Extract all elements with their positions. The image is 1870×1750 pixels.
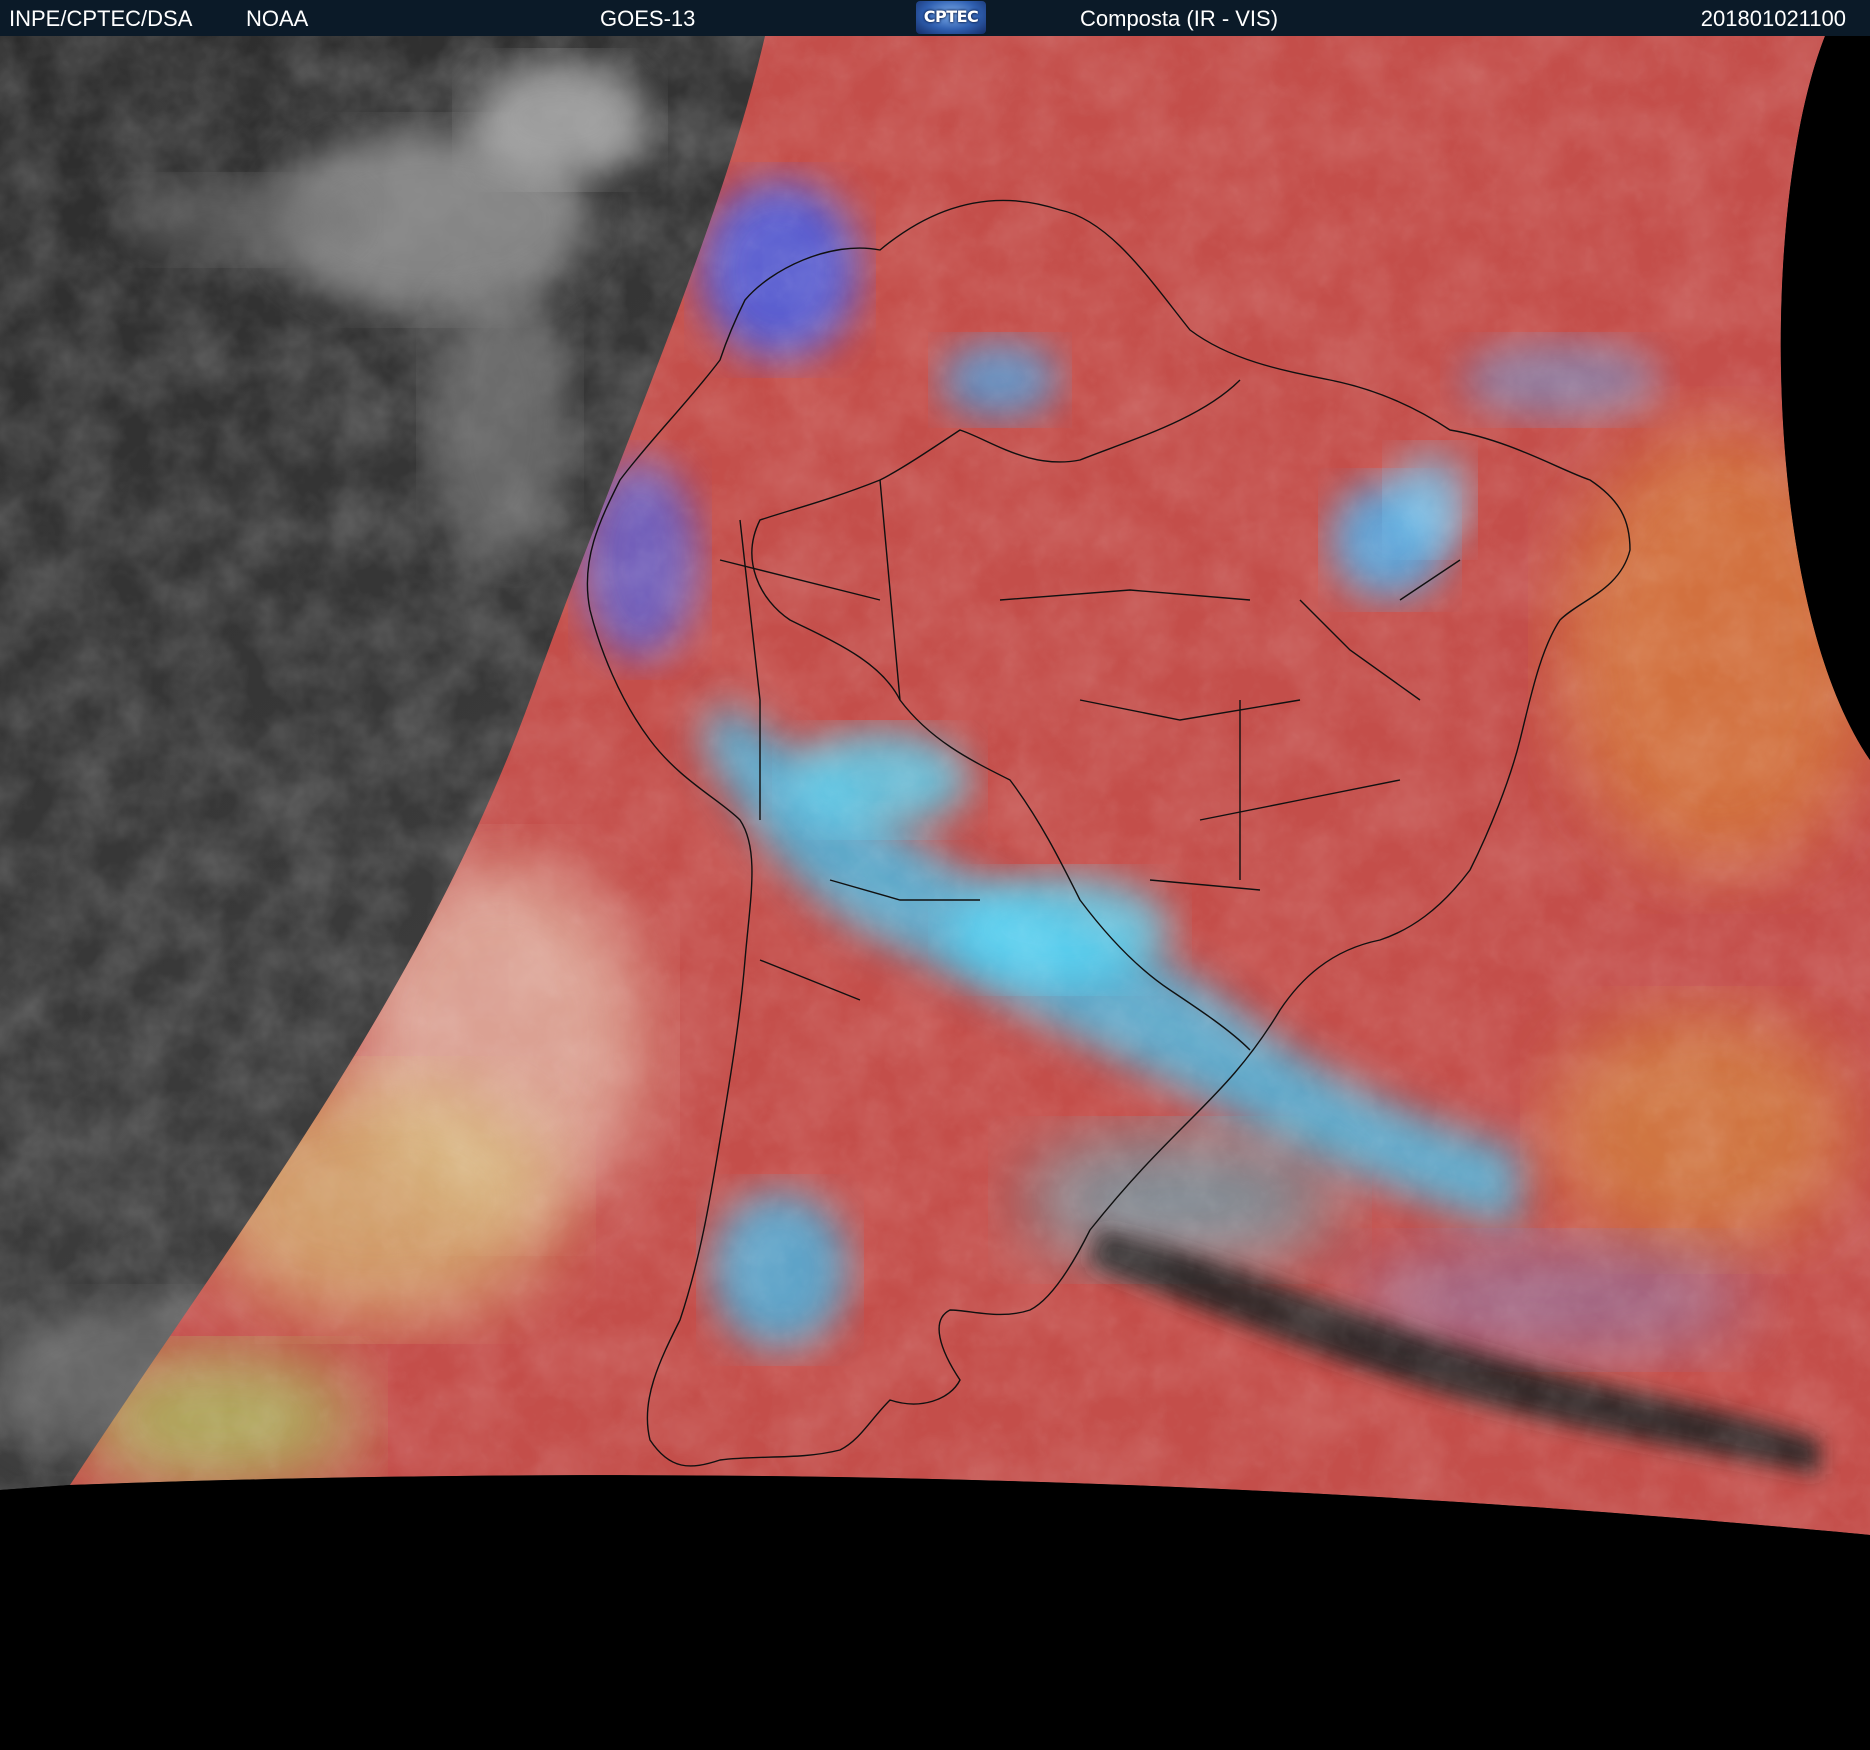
logo-text: CPTEC xyxy=(923,7,979,26)
cptec-logo: CPTEC xyxy=(916,1,986,34)
agency-label: NOAA xyxy=(246,6,309,31)
satellite-composite-map xyxy=(0,36,1870,1750)
image-header-bar: INPE/CPTEC/DSA NOAA GOES-13 CPTEC Compos… xyxy=(0,0,1870,36)
satellite-label: GOES-13 xyxy=(600,6,696,31)
organization-label: INPE/CPTEC/DSA xyxy=(9,6,193,31)
timestamp-label: 201801021100 xyxy=(1700,6,1846,31)
product-label: Composta (IR - VIS) xyxy=(1080,6,1279,31)
space-south xyxy=(0,1475,1870,1750)
satellite-image-page: INPE/CPTEC/DSA NOAA GOES-13 CPTEC Compos… xyxy=(0,0,1870,1750)
